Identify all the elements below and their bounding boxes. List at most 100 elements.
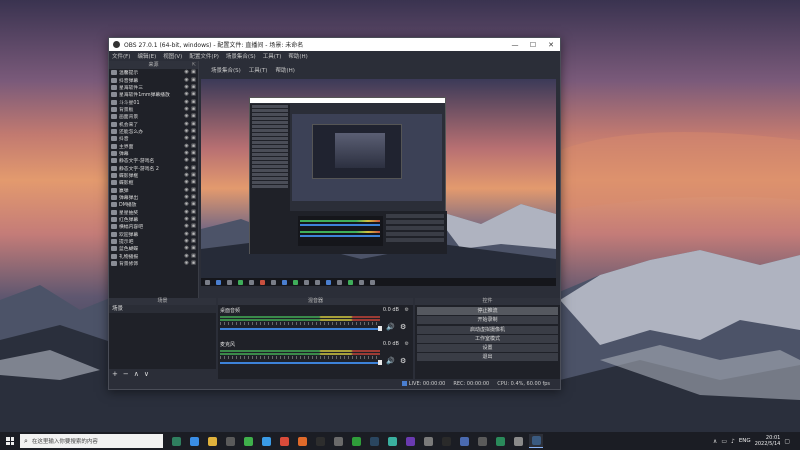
source-item[interactable]: 主界面 ◉ ▣ <box>111 142 196 150</box>
menu-scene-collection[interactable]: 场景集合(S) <box>226 52 256 60</box>
lock-icon[interactable]: ▣ <box>191 77 196 83</box>
source-item[interactable]: 静态文字-游戏名 ◉ ▣ <box>111 157 196 164</box>
obs-icon[interactable] <box>331 434 345 448</box>
source-item[interactable]: 斗斗星01 ◉ ▣ <box>111 98 196 106</box>
app4-icon[interactable] <box>439 434 453 448</box>
wechat-icon[interactable] <box>241 434 255 448</box>
source-item[interactable]: 星海软件三 ◉ ▣ <box>111 84 196 91</box>
visibility-eye-icon[interactable]: ◉ <box>184 114 189 119</box>
speaker-icon[interactable]: 🔊 <box>386 357 395 365</box>
task-view-icon[interactable] <box>169 434 183 448</box>
close-button[interactable]: ✕ <box>542 38 560 51</box>
source-item[interactable]: 温馨提示 ◉ ▣ <box>111 69 196 76</box>
game-icon[interactable] <box>385 434 399 448</box>
tray-overflow-icon[interactable]: ∧ <box>713 438 717 445</box>
lock-icon[interactable]: ▣ <box>191 165 196 171</box>
volume-slider-knob[interactable] <box>378 326 382 331</box>
dock-pin-icon[interactable]: ⇱ <box>192 61 196 69</box>
lock-icon[interactable]: ▣ <box>191 246 196 251</box>
menu-file[interactable]: 文件(F) <box>112 52 130 60</box>
app3-icon[interactable] <box>403 434 417 448</box>
network-icon[interactable]: ▭ <box>721 438 727 445</box>
lock-icon[interactable]: ▣ <box>191 209 196 215</box>
lock-icon[interactable]: ▣ <box>191 92 196 97</box>
source-item[interactable]: 还能怎么办 ◉ ▣ <box>111 128 196 135</box>
visibility-eye-icon[interactable]: ◉ <box>184 217 189 222</box>
chrome-icon[interactable] <box>277 434 291 448</box>
exit-button[interactable]: 退出 <box>417 353 558 362</box>
volume-slider-knob[interactable] <box>378 360 382 365</box>
visibility-eye-icon[interactable]: ◉ <box>184 121 189 127</box>
visibility-eye-icon[interactable]: ◉ <box>184 84 189 90</box>
app6-icon[interactable] <box>493 434 507 448</box>
add-scene-button[interactable]: + <box>112 370 118 378</box>
visibility-eye-icon[interactable]: ◉ <box>184 99 189 105</box>
visibility-eye-icon[interactable]: ◉ <box>184 136 189 141</box>
source-item[interactable]: 红色弹幕 ◉ ▣ <box>111 216 196 223</box>
visibility-eye-icon[interactable]: ◉ <box>184 77 189 83</box>
lock-icon[interactable]: ▣ <box>191 70 196 75</box>
preview-canvas[interactable] <box>201 79 556 278</box>
source-item[interactable]: 弹幕弹出 ◉ ▣ <box>111 194 196 201</box>
preview-menu-tools[interactable]: 工具(T) <box>249 66 268 74</box>
visibility-eye-icon[interactable]: ◉ <box>184 202 189 207</box>
steam-icon[interactable] <box>367 434 381 448</box>
visibility-eye-icon[interactable]: ◉ <box>184 150 189 156</box>
lock-icon[interactable]: ▣ <box>191 121 196 127</box>
lock-icon[interactable]: ▣ <box>191 253 196 259</box>
lock-icon[interactable]: ▣ <box>191 99 196 105</box>
lock-icon[interactable]: ▣ <box>191 172 196 178</box>
source-item[interactable]: 赢弹 ◉ ▣ <box>111 187 196 194</box>
gear-icon[interactable]: ⚙ <box>400 323 406 331</box>
preview-menu-help[interactable]: 帮助(H) <box>275 66 294 74</box>
lock-icon[interactable]: ▣ <box>191 231 196 237</box>
source-item[interactable]: 背景板 ◉ ▣ <box>111 106 196 113</box>
volume-icon[interactable]: ♪ <box>731 438 735 445</box>
gear-icon[interactable] <box>421 434 435 448</box>
gear-icon[interactable]: ⚙ <box>400 357 406 365</box>
start-recording-button[interactable]: 开始录制 <box>417 316 558 325</box>
visibility-eye-icon[interactable]: ◉ <box>184 180 189 185</box>
remove-scene-button[interactable]: − <box>123 370 129 378</box>
visibility-eye-icon[interactable]: ◉ <box>184 224 189 229</box>
input-language[interactable]: ENG <box>739 438 751 444</box>
source-item[interactable]: 蝶影框 ◉ ▣ <box>111 179 196 186</box>
maximize-button[interactable]: ☐ <box>524 38 542 51</box>
source-item[interactable]: 提示吧 ◉ ▣ <box>111 238 196 245</box>
source-item[interactable]: DM播放 ◉ ▣ <box>111 201 196 208</box>
app2-icon[interactable] <box>313 434 327 448</box>
start-button[interactable] <box>6 437 14 445</box>
lock-icon[interactable]: ▣ <box>191 261 196 266</box>
settings-button[interactable]: 设置 <box>417 344 558 353</box>
lock-icon[interactable]: ▣ <box>191 158 196 163</box>
scene-item[interactable]: 场景 <box>109 305 216 313</box>
source-item[interactable]: 机会来了 ◉ ▣ <box>111 120 196 128</box>
lock-icon[interactable]: ▣ <box>191 187 196 193</box>
menu-help[interactable]: 帮助(H) <box>288 52 307 60</box>
visibility-eye-icon[interactable]: ◉ <box>184 172 189 178</box>
stop-streaming-button[interactable]: 停止推流 <box>417 307 558 315</box>
visibility-eye-icon[interactable]: ◉ <box>184 195 189 200</box>
lock-icon[interactable]: ▣ <box>191 217 196 222</box>
visibility-eye-icon[interactable]: ◉ <box>184 70 189 75</box>
speed-icon[interactable] <box>457 434 471 448</box>
lock-icon[interactable]: ▣ <box>191 202 196 207</box>
lock-icon[interactable]: ▣ <box>191 150 196 156</box>
source-item[interactable]: 欢迎弹幕 ◉ ▣ <box>111 231 196 238</box>
speaker-icon[interactable]: 🔊 <box>386 323 395 331</box>
lock-icon[interactable]: ▣ <box>191 180 196 185</box>
volume-slider[interactable] <box>220 362 380 364</box>
visibility-eye-icon[interactable]: ◉ <box>184 253 189 259</box>
source-item[interactable]: 背景修饰 ◉ ▣ <box>111 260 196 267</box>
channel-menu-icon[interactable]: ⚙ <box>405 307 409 313</box>
lock-icon[interactable]: ▣ <box>191 128 196 134</box>
menu-tools[interactable]: 工具(T) <box>263 52 282 60</box>
visibility-eye-icon[interactable]: ◉ <box>184 128 189 134</box>
app-icon[interactable] <box>295 434 309 448</box>
visibility-eye-icon[interactable]: ◉ <box>184 92 189 97</box>
lock-icon[interactable]: ▣ <box>191 106 196 112</box>
taskbar-clock[interactable]: 20:01 2022/5/14 <box>755 435 781 447</box>
visibility-eye-icon[interactable]: ◉ <box>184 209 189 215</box>
visibility-eye-icon[interactable]: ◉ <box>184 143 189 149</box>
qq-icon[interactable] <box>259 434 273 448</box>
